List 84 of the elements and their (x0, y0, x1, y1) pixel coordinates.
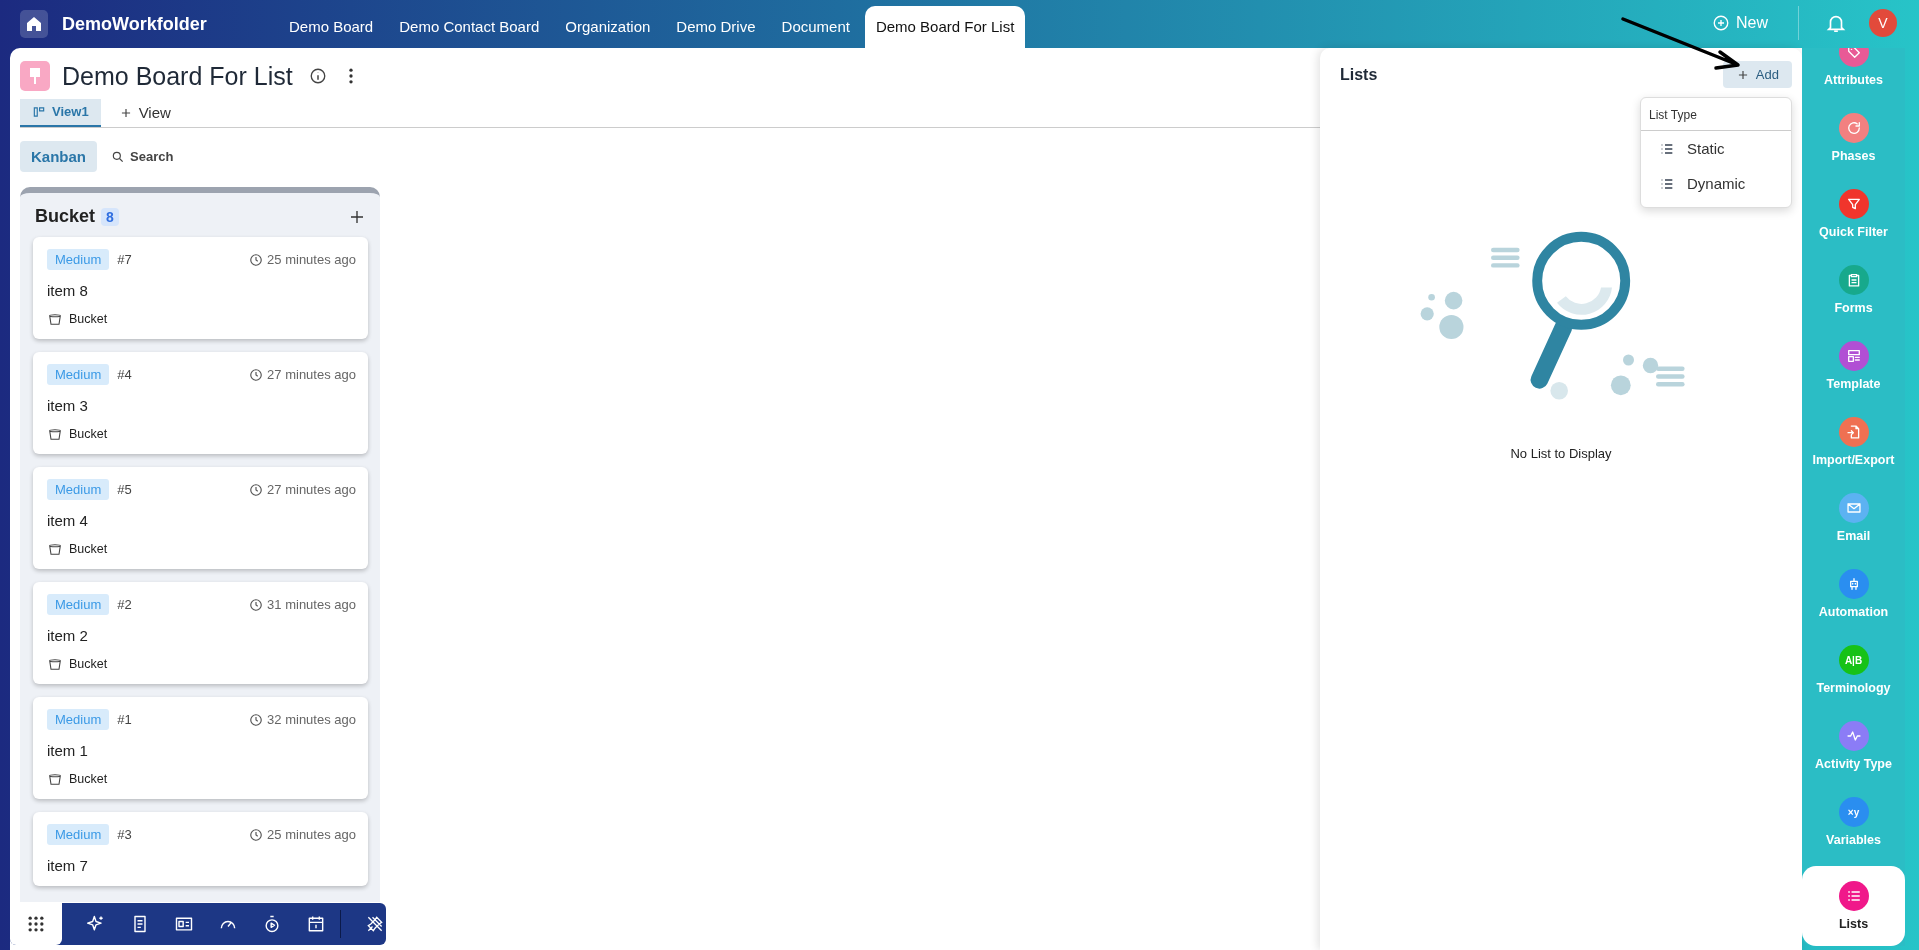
menu-header: List Type (1641, 98, 1791, 131)
priority-tag: Medium (47, 479, 110, 500)
apps-grid-icon (26, 914, 46, 934)
bucket-label: Bucket (69, 427, 108, 441)
add-list-button[interactable]: Add (1722, 61, 1792, 88)
priority-tag: Medium (47, 594, 110, 615)
user-avatar[interactable]: V (1869, 9, 1897, 37)
item-number: #7 (117, 252, 132, 267)
card-title: item 1 (47, 742, 89, 759)
search-icon (111, 149, 125, 164)
task-card[interactable]: Medium #1 32 minutes ago item 1 Bucket (33, 697, 368, 799)
board-icon (20, 61, 50, 91)
card-title: item 2 (47, 627, 89, 644)
time-ago: 25 minutes ago (267, 252, 356, 267)
board-tab[interactable]: Document (770, 6, 861, 48)
sidebar-badge: ×y (1838, 797, 1869, 827)
home-icon[interactable] (20, 10, 48, 38)
menu-item[interactable]: Static (1641, 131, 1791, 166)
time-ago: 31 minutes ago (267, 597, 356, 612)
item-number: #4 (117, 367, 132, 382)
menu-item[interactable]: Dynamic (1641, 166, 1791, 201)
time-ago: 27 minutes ago (267, 482, 356, 497)
bucket-icon (47, 541, 63, 557)
id-card-icon[interactable] (174, 914, 194, 934)
item-number: #2 (117, 597, 132, 612)
bucket-label: Bucket (69, 312, 108, 326)
unpin-icon[interactable] (365, 914, 385, 934)
task-card[interactable]: Medium #3 25 minutes ago item 7 (33, 812, 368, 886)
bucket-icon (47, 656, 63, 672)
app-title: DemoWorkfolder (62, 13, 207, 35)
clock-icon (249, 827, 264, 842)
add-view-button[interactable]: View (106, 99, 183, 127)
task-card[interactable]: Medium #7 25 minutes ago item 8 Bucket (33, 237, 368, 339)
kanban-mode-button[interactable]: Kanban (20, 141, 97, 172)
sparkle-icon[interactable] (86, 914, 106, 934)
priority-tag: Medium (47, 824, 110, 845)
calendar-icon[interactable] (306, 914, 326, 934)
bucket-label: Bucket (69, 772, 108, 786)
bucket-icon (47, 311, 63, 327)
bucket-icon (47, 771, 63, 787)
sidebar-item[interactable]: Lists (1802, 866, 1905, 946)
board-title: Demo Board For List (62, 61, 293, 91)
card-title: item 7 (47, 857, 89, 874)
item-number: #5 (117, 482, 132, 497)
clock-icon (249, 367, 264, 382)
column-title: Bucket (35, 206, 96, 227)
panel-title: Lists (1340, 65, 1378, 84)
clock-icon (249, 597, 264, 612)
view-tab[interactable]: View1 (20, 99, 101, 127)
sidebar-badge: A|B (1838, 645, 1869, 675)
time-ago: 25 minutes ago (267, 827, 356, 842)
empty-message: No List to Display (1510, 446, 1612, 461)
bucket-label: Bucket (69, 657, 108, 671)
item-number: #3 (117, 827, 132, 842)
board-tab[interactable]: Demo Contact Board (388, 6, 551, 48)
plus-circle-icon (1712, 14, 1730, 32)
bucket-label: Bucket (69, 542, 108, 556)
info-icon[interactable] (308, 67, 327, 85)
priority-tag: Medium (47, 709, 110, 730)
board-tab[interactable]: Organization (554, 6, 662, 48)
clock-icon (249, 482, 264, 497)
view-icon (32, 104, 46, 119)
card-title: item 3 (47, 397, 89, 414)
board-tab[interactable]: Demo Board For List (864, 6, 1026, 48)
clock-icon (249, 252, 264, 267)
board-tab[interactable]: Demo Board (278, 6, 385, 48)
card-title: item 8 (47, 282, 89, 299)
apps-grid-button[interactable] (10, 903, 62, 945)
time-ago: 32 minutes ago (267, 712, 356, 727)
sidebar-item[interactable]: ×y Variables (1802, 784, 1905, 860)
clock-icon (249, 712, 264, 727)
priority-tag: Medium (47, 364, 110, 385)
card-title: item 4 (47, 512, 89, 529)
time-ago: 27 minutes ago (267, 367, 356, 382)
item-number: #1 (117, 712, 132, 727)
task-card[interactable]: Medium #5 27 minutes ago item 4 Bucket (33, 467, 368, 569)
priority-tag: Medium (47, 249, 110, 270)
bucket-icon (47, 426, 63, 442)
board-tab[interactable]: Demo Drive (665, 6, 767, 48)
more-options-icon[interactable] (346, 66, 355, 86)
task-card[interactable]: Medium #2 31 minutes ago item 2 Bucket (33, 582, 368, 684)
count-badge: 8 (101, 207, 119, 226)
search-button[interactable]: Search (111, 149, 174, 164)
task-card[interactable]: Medium #4 27 minutes ago item 3 Bucket (33, 352, 368, 454)
